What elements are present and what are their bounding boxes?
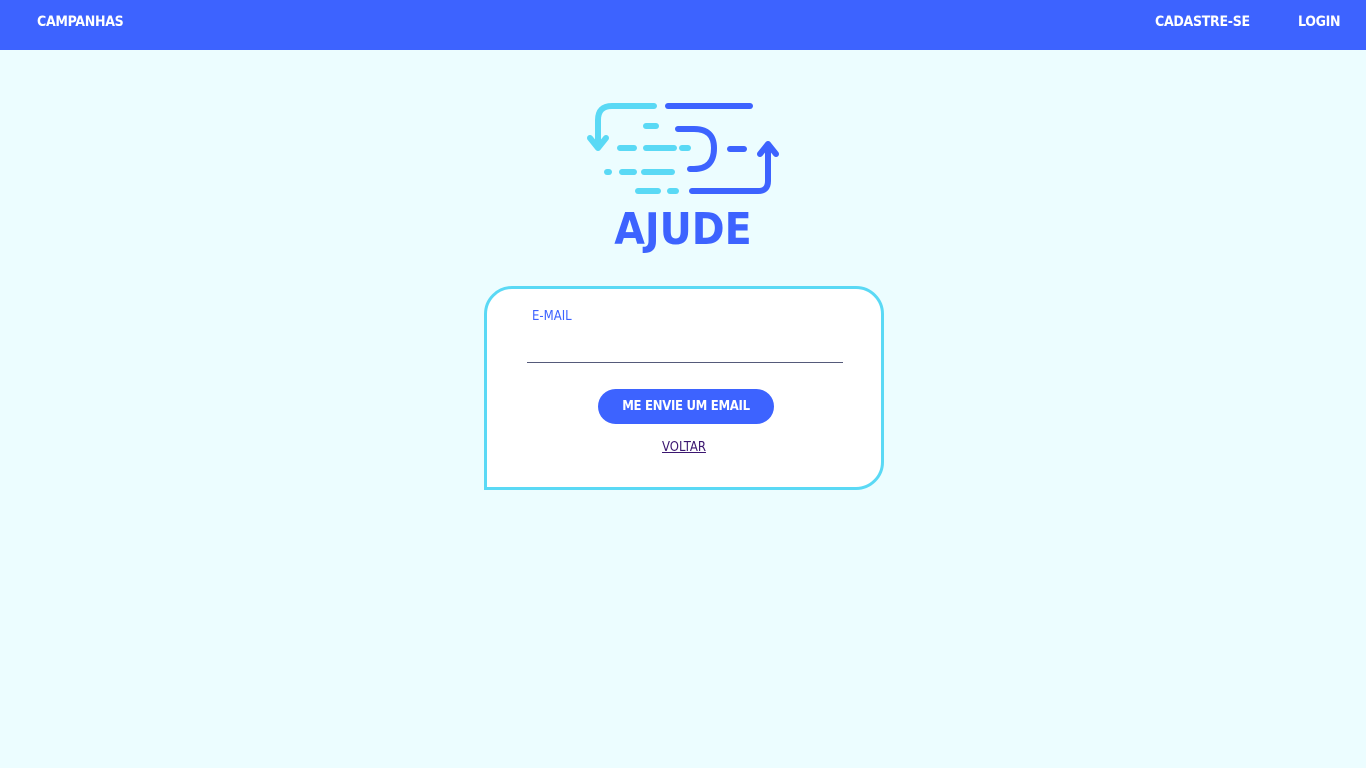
email-field[interactable] (527, 331, 843, 363)
send-email-button[interactable]: ME ENVIE UM EMAIL (598, 389, 774, 424)
nav-campaigns-link[interactable]: CAMPANHAS (37, 14, 124, 30)
top-navbar: CAMPANHAS CADASTRE-SE LOGIN (0, 0, 1366, 50)
exchange-arrows-icon (582, 98, 786, 198)
password-recovery-card: E-MAIL ME ENVIE UM EMAIL VOLTAR (484, 286, 884, 490)
back-link[interactable]: VOLTAR (487, 440, 881, 455)
nav-signup-link[interactable]: CADASTRE-SE (1155, 14, 1250, 30)
email-label: E-MAIL (532, 309, 572, 324)
brand-name: AJUDE (614, 204, 752, 255)
nav-login-link[interactable]: LOGIN (1298, 14, 1341, 30)
